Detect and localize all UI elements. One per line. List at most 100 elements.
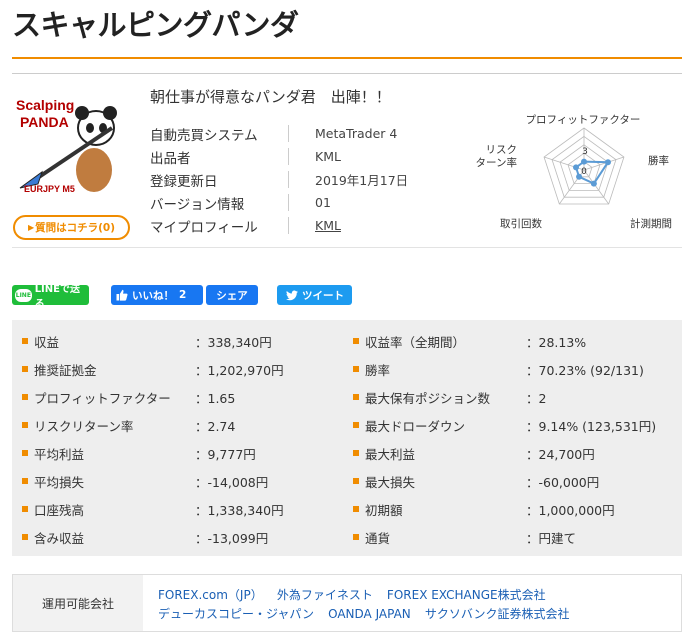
line-share-button[interactable]: LINE LINEで送る — [12, 284, 89, 310]
property-label: バージョン情報 — [150, 196, 245, 213]
orange-square-bullet — [353, 478, 359, 484]
stat-row: 勝率 ：70.23% (92/131) — [353, 355, 656, 383]
stats-right-column: 収益率（全期間） ：28.13% 勝率 ：70.23% (92/131) 最大保有ポ… — [353, 327, 656, 551]
page-title: スキャルピングパンダ — [12, 8, 299, 42]
stat-value: ：-13,099円 — [195, 530, 269, 546]
tweet-label: ツイート — [302, 289, 344, 302]
stat-value: ：1,202,970円 — [195, 362, 284, 378]
orange-square-bullet — [22, 422, 28, 428]
stat-value: ：-14,008円 — [195, 474, 269, 490]
property-separator — [288, 125, 289, 142]
brokers-label: 運用可能会社 — [13, 575, 143, 631]
stat-value: ：9.14% (123,531円) — [526, 418, 657, 434]
stat-row: 最大ドローダウン ：9.14% (123,531円) — [353, 411, 656, 439]
brokers-list: FOREX.com（JP） 外為ファイネスト FOREX EXCHANGE株式会… — [158, 585, 678, 623]
property-value: MetaTrader 4 — [315, 126, 398, 141]
stat-label: 通貨 — [365, 530, 391, 546]
radar-data-point — [581, 158, 587, 165]
logo-text-panda: PANDA — [20, 114, 69, 130]
stat-row: 平均利益 ：9,777円 — [22, 439, 284, 467]
logo-text-scalping: Scalping — [16, 97, 74, 113]
ask-question-button[interactable]: ▶ 質問はコチラ(0) — [13, 215, 130, 240]
radar-data-point — [573, 164, 580, 171]
broker-link[interactable]: OANDA JAPAN — [328, 607, 411, 621]
orange-square-bullet — [22, 506, 28, 512]
ea-logo: Scalping PANDA EURJPY M5 — [12, 88, 124, 198]
stat-row: 推奨証拠金 ：1,202,970円 — [22, 355, 284, 383]
stat-value: ：円建て — [526, 530, 577, 546]
property-separator — [288, 194, 289, 211]
broker-link[interactable]: FOREX.com（JP） — [158, 588, 263, 602]
property-list: 自動売買システム MetaTrader 4 出品者 KML 登録更新日 2019… — [150, 122, 408, 237]
stat-label: 収益率（全期間） — [365, 334, 466, 350]
profile-link[interactable]: KML — [315, 218, 341, 233]
stat-row: 最大保有ポジション数 ：2 — [353, 383, 656, 411]
stat-label: 最大損失 — [365, 474, 416, 490]
stat-label: 最大保有ポジション数 — [365, 390, 491, 406]
tweet-button[interactable]: ツイート — [277, 285, 352, 305]
brokers-panel: 運用可能会社 FOREX.com（JP） 外為ファイネスト FOREX EXCH… — [12, 574, 682, 632]
property-row-platform: 自動売買システム MetaTrader 4 — [150, 122, 408, 145]
ea-info-panel: Scalping PANDA EURJPY M5 ▶ 質問はコチラ(0) 朝仕事… — [12, 73, 682, 248]
stat-label: 勝率 — [365, 362, 391, 378]
line-share-label: LINEで送る — [34, 284, 80, 310]
logo-text-pair: EURJPY M5 — [24, 184, 75, 194]
facebook-like-button[interactable]: いいね！ 2 — [111, 285, 203, 305]
thumbs-up-icon — [116, 289, 128, 301]
broker-link[interactable]: FOREX EXCHANGE株式会社 — [387, 588, 546, 602]
stat-label: 推奨証拠金 — [34, 362, 97, 378]
stat-row: 収益 ：338,340円 — [22, 327, 284, 355]
facebook-share-button[interactable]: シェア — [206, 285, 258, 305]
stat-label: 最大利益 — [365, 446, 416, 462]
property-separator — [288, 148, 289, 165]
stat-row: 口座残高 ：1,338,340円 — [22, 495, 284, 523]
orange-square-bullet — [353, 534, 359, 540]
facebook-like-count: 2 — [179, 289, 187, 301]
stat-row: 通貨 ：円建て — [353, 523, 656, 551]
stat-value: ：28.13% — [526, 334, 587, 350]
stat-value: ：1,000,000円 — [526, 502, 615, 518]
stat-value: ：70.23% (92/131) — [526, 362, 644, 378]
broker-link[interactable]: サクソバンク証券株式会社 — [425, 607, 570, 621]
stat-row: 最大損失 ：-60,000円 — [353, 467, 656, 495]
stat-label: 口座残高 — [34, 502, 85, 518]
radar-data-point — [604, 159, 611, 166]
title-divider — [12, 57, 682, 59]
stat-row: プロフィットファクター ：1.65 — [22, 383, 284, 411]
radar-data-point — [590, 180, 597, 187]
stat-row: 最大利益 ：24,700円 — [353, 439, 656, 467]
stat-row: 初期額 ：1,000,000円 — [353, 495, 656, 523]
property-value: 2019年1月17日 — [315, 173, 409, 188]
stat-label: 収益 — [34, 334, 60, 350]
catchphrase: 朝仕事が得意なパンダ君 出陣！！ — [150, 88, 391, 106]
radar-axis-label-pf: プロフィットファクター — [526, 114, 641, 126]
orange-square-bullet — [353, 450, 359, 456]
facebook-share-label: シェア — [216, 289, 248, 302]
orange-square-bullet — [22, 534, 28, 540]
stat-label: プロフィットファクター — [34, 390, 171, 406]
stat-value: ：2.74 — [195, 418, 236, 434]
stat-value: ：2 — [526, 390, 547, 406]
broker-link[interactable]: 外為ファイネスト — [277, 588, 373, 602]
property-value: KML — [315, 149, 341, 164]
stat-value: ：-60,000円 — [526, 474, 600, 490]
play-arrow-icon: ▶ — [27, 223, 35, 232]
stat-value: ：1.65 — [195, 390, 236, 406]
stat-value: ：9,777円 — [195, 446, 256, 462]
property-row-version: バージョン情報 01 — [150, 191, 408, 214]
stat-label: 平均利益 — [34, 446, 85, 462]
stat-label: リスクリターン率 — [34, 418, 134, 434]
orange-square-bullet — [22, 338, 28, 344]
stat-label: 初期額 — [365, 502, 403, 518]
facebook-like-label: いいね！ — [132, 289, 174, 302]
broker-link[interactable]: デューカスコピー・ジャパン — [158, 607, 314, 621]
stats-left-column: 収益 ：338,340円 推奨証拠金 ：1,202,970円 プロフィットファクター… — [22, 327, 284, 551]
orange-square-bullet — [22, 366, 28, 372]
stat-row: 収益率（全期間） ：28.13% — [353, 327, 656, 355]
property-label: 登録更新日 — [150, 173, 218, 190]
radar-axis-label-risk-2: ターン率 — [476, 156, 517, 169]
orange-square-bullet — [353, 338, 359, 344]
stat-value: ：1,338,340円 — [195, 502, 284, 518]
property-separator — [288, 171, 289, 188]
orange-square-bullet — [22, 450, 28, 456]
